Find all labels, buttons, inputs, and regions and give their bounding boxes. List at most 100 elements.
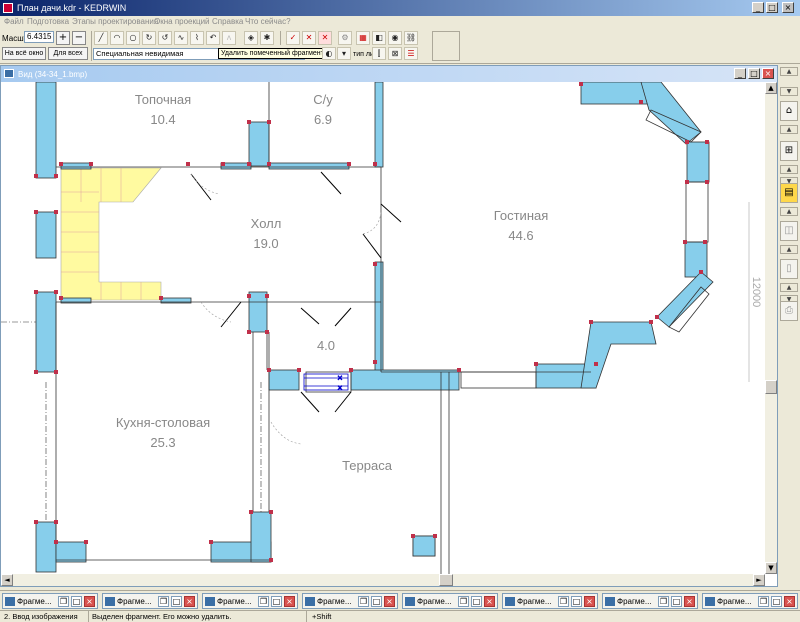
rotate-left-icon[interactable]: ↺ — [158, 31, 172, 45]
menu-help[interactable]: Справка — [212, 17, 243, 26]
maximize-button[interactable]: □ — [766, 2, 778, 13]
fragment-icon — [705, 597, 715, 606]
globe-icon[interactable]: ◉ — [388, 31, 402, 45]
menu-file[interactable]: Файл — [4, 17, 24, 26]
scroll-left-icon[interactable]: ◄ — [1, 574, 13, 586]
fragment-task[interactable]: Фрагме... ❐ □ × — [502, 593, 598, 609]
restore-icon[interactable]: ❐ — [758, 596, 769, 607]
bend-icon[interactable]: ↶ — [206, 31, 220, 45]
vertical-scrollbar[interactable]: ▲ ▼ — [765, 82, 777, 574]
mark-line-icon[interactable]: ✓ — [286, 31, 300, 45]
draw-line-icon[interactable]: ╱ — [94, 31, 108, 45]
delete-mark-icon[interactable]: ✕ — [302, 31, 316, 45]
panel-collapse-icon[interactable]: ▲ — [780, 245, 798, 254]
rotate-icon[interactable]: ↻ — [142, 31, 156, 45]
zoom-in-icon[interactable]: + — [56, 31, 70, 45]
stairs-tool-icon[interactable]: ⊞ — [780, 141, 798, 161]
restore-icon[interactable]: ❐ — [658, 596, 669, 607]
fit-all-button[interactable]: Для всех — [48, 47, 88, 60]
close-icon[interactable]: × — [684, 596, 695, 607]
menu-preparation[interactable]: Подготовка — [27, 17, 69, 26]
view-minimize-button[interactable]: _ — [734, 68, 746, 79]
restore-icon[interactable]: ❐ — [458, 596, 469, 607]
close-button[interactable]: × — [782, 2, 794, 13]
wall-tool-icon[interactable]: ▤ — [780, 183, 798, 203]
scroll-down-icon[interactable]: ▼ — [765, 562, 777, 574]
view-close-button[interactable]: × — [762, 68, 774, 79]
delete-fragment-icon[interactable]: ✕ — [318, 31, 332, 45]
fragment-task[interactable]: Фрагме... ❐ □ × — [602, 593, 698, 609]
panel-expand-icon[interactable]: ▼ — [780, 87, 798, 96]
fragment-task[interactable]: Фрагме... ❐ □ × — [402, 593, 498, 609]
restore-icon[interactable]: ❐ — [558, 596, 569, 607]
fragment-icon — [205, 597, 215, 606]
roof-tool-icon[interactable]: ⌂ — [780, 101, 798, 121]
scroll-up-icon[interactable]: ▲ — [765, 82, 777, 94]
grid-red-icon[interactable]: ▦ — [356, 31, 370, 45]
circle-icon[interactable]: ○ — [126, 31, 140, 45]
maximize-icon[interactable]: □ — [371, 596, 382, 607]
panel-collapse-icon[interactable]: ▲ — [780, 165, 798, 174]
close-icon[interactable]: × — [84, 596, 95, 607]
fit-window-button[interactable]: На всё окно — [2, 47, 46, 60]
window-tool-icon[interactable]: ◫ — [780, 221, 798, 241]
panel-collapse-icon[interactable]: ▲ — [780, 283, 798, 292]
fragment-task[interactable]: Фрагме... ❐ □ × — [2, 593, 98, 609]
settings-icon[interactable]: ⚙ — [338, 31, 352, 45]
merge-icon[interactable]: ⊠ — [388, 47, 402, 60]
drawing-canvas[interactable]: × × Топочная 10.4 С/у 6.9 Холл 19.0 Гост… — [1, 82, 765, 574]
move-node-icon[interactable]: ✱ — [260, 31, 274, 45]
restore-icon[interactable]: ❐ — [58, 596, 69, 607]
maximize-icon[interactable]: □ — [271, 596, 282, 607]
menu-design-stages[interactable]: Этапы проектирования — [72, 17, 158, 26]
close-icon[interactable]: × — [184, 596, 195, 607]
arc-icon[interactable]: ◠ — [110, 31, 124, 45]
close-icon[interactable]: × — [384, 596, 395, 607]
restore-icon[interactable]: ❐ — [358, 596, 369, 607]
scale-input[interactable]: 6.4315 — [24, 31, 54, 43]
down-icon[interactable]: ▾ — [337, 47, 351, 60]
door-tool-icon[interactable]: ▯ — [780, 259, 798, 279]
scroll-right-icon[interactable]: ► — [753, 574, 765, 586]
disabled-tool-icon[interactable]: ʌ — [222, 31, 236, 45]
close-icon[interactable]: × — [484, 596, 495, 607]
vertical-scroll-thumb[interactable] — [765, 380, 777, 394]
fragment-task[interactable]: Фрагме... ❐ □ × — [102, 593, 198, 609]
curve-icon[interactable]: ∿ — [174, 31, 188, 45]
maximize-icon[interactable]: □ — [671, 596, 682, 607]
polyline-icon[interactable]: ⌇ — [190, 31, 204, 45]
maximize-icon[interactable]: □ — [471, 596, 482, 607]
zoom-out-icon[interactable]: − — [72, 31, 86, 45]
lines-icon[interactable]: ☰ — [404, 47, 418, 60]
maximize-icon[interactable]: □ — [571, 596, 582, 607]
selected-fragment[interactable]: × × — [303, 373, 349, 392]
target-icon[interactable]: ◈ — [244, 31, 258, 45]
maximize-icon[interactable]: □ — [771, 596, 782, 607]
maximize-icon[interactable]: □ — [71, 596, 82, 607]
split-icon[interactable]: ⫿ — [372, 47, 386, 60]
fragment-task[interactable]: Фрагме... ❐ □ × — [302, 593, 398, 609]
view-maximize-button[interactable]: □ — [748, 68, 760, 79]
empty-tool-slot — [432, 31, 460, 61]
print-tool-icon[interactable]: ⎙ — [780, 301, 798, 321]
link-icon[interactable]: ⛓ — [404, 31, 418, 45]
toolbar: Масшт 6.4315 + − На всё окно Для всех ╱ … — [0, 29, 800, 64]
horizontal-scrollbar[interactable]: ◄ ► — [1, 574, 765, 586]
close-icon[interactable]: × — [584, 596, 595, 607]
eye-icon[interactable]: ◐ — [322, 47, 336, 60]
menu-whats-now[interactable]: Что сейчас? — [245, 17, 291, 26]
close-icon[interactable]: × — [784, 596, 795, 607]
close-icon[interactable]: × — [284, 596, 295, 607]
panel-collapse-icon[interactable]: ▲ — [780, 67, 798, 76]
minimize-button[interactable]: _ — [752, 2, 764, 13]
restore-icon[interactable]: ❐ — [158, 596, 169, 607]
panel-collapse-icon[interactable]: ▲ — [780, 207, 798, 216]
fragment-task[interactable]: Фрагме... ❐ □ × — [202, 593, 298, 609]
panel-collapse-icon[interactable]: ▲ — [780, 125, 798, 134]
restore-icon[interactable]: ❐ — [258, 596, 269, 607]
layers-icon[interactable]: ◧ — [372, 31, 386, 45]
horizontal-scroll-thumb[interactable] — [439, 574, 453, 586]
fragment-task[interactable]: Фрагме... ❐ □ × — [702, 593, 798, 609]
menu-projection-windows[interactable]: Окна проекций — [154, 17, 210, 26]
maximize-icon[interactable]: □ — [171, 596, 182, 607]
